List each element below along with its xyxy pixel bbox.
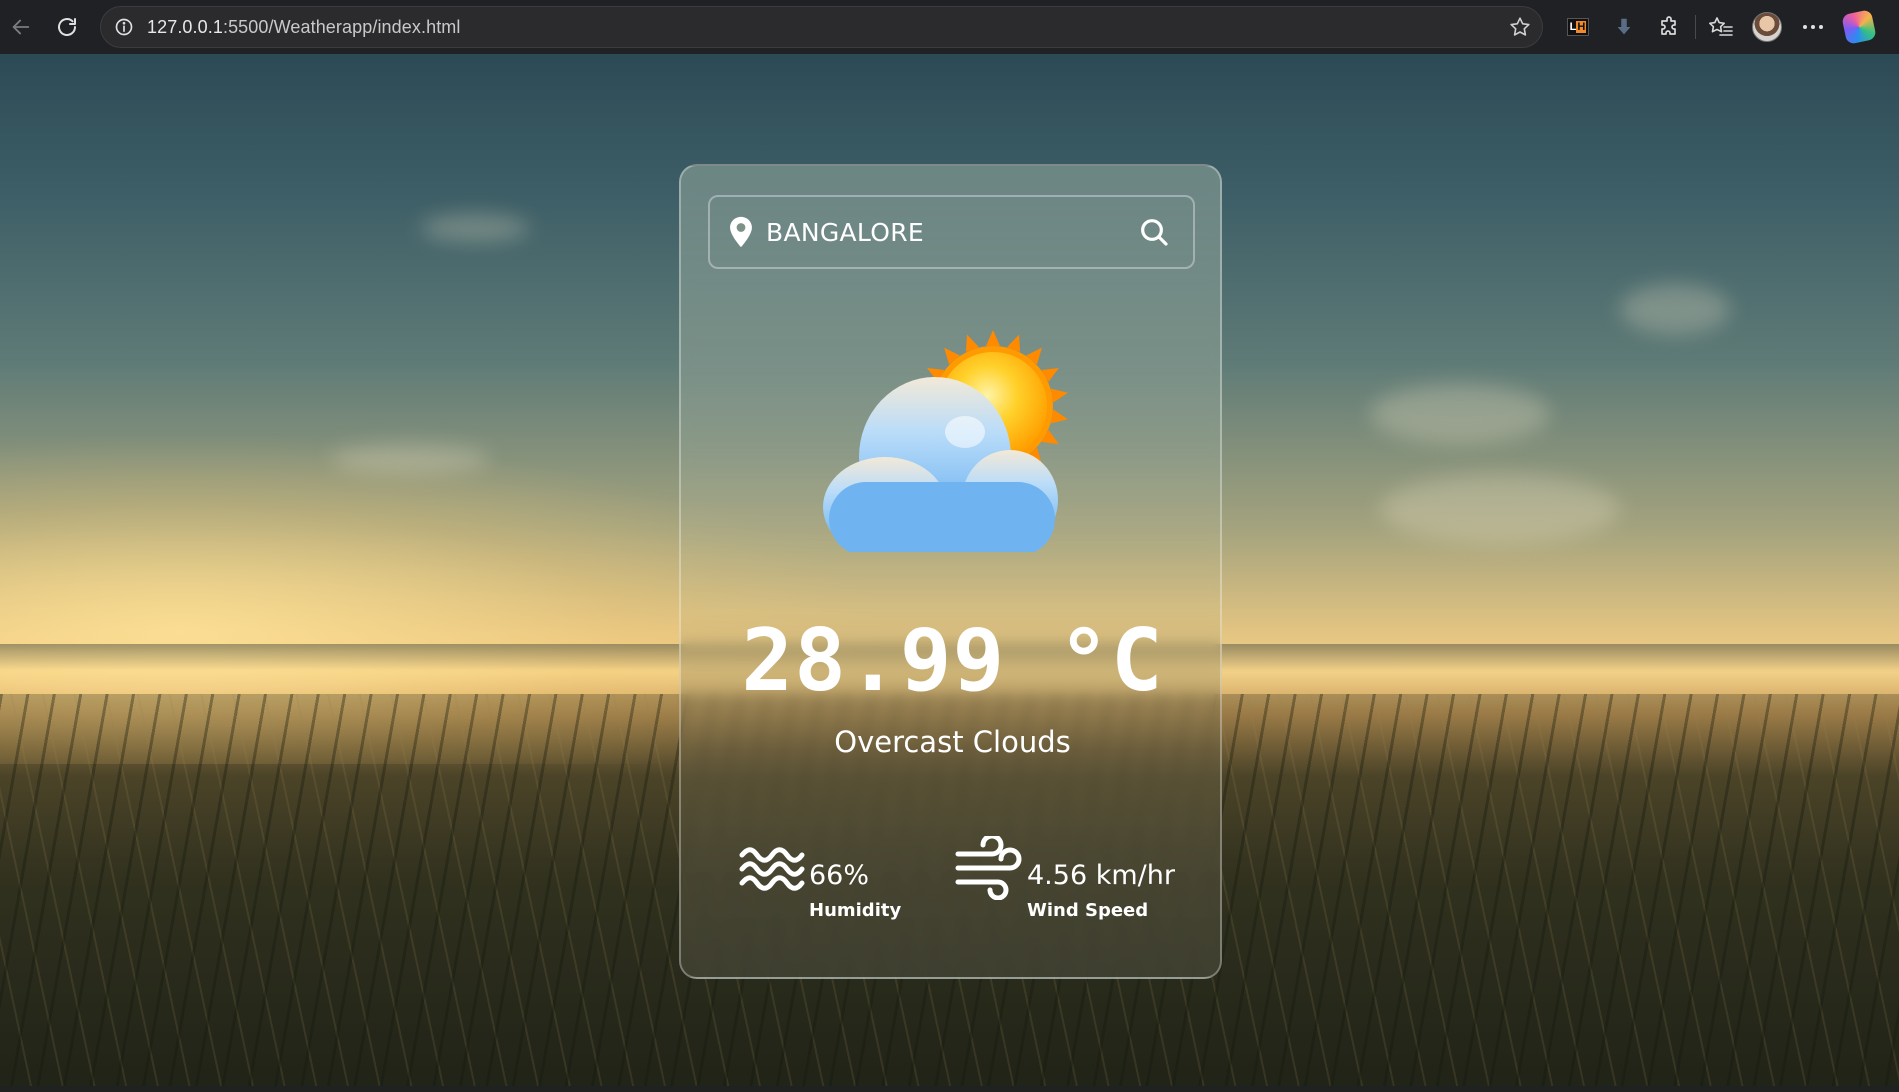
more-dots-icon xyxy=(1803,25,1823,29)
background-cloud xyxy=(420,214,530,242)
extensions-button[interactable] xyxy=(1647,6,1693,48)
toolbar-icons: LH xyxy=(1555,6,1882,48)
favorite-star-icon[interactable] xyxy=(1508,15,1532,39)
url-path: :5500/Weatherapp/index.html xyxy=(222,16,461,37)
background-cloud xyxy=(1370,384,1550,444)
url-text[interactable]: 127.0.0.1:5500/Weatherapp/index.html xyxy=(147,17,461,38)
window-bottom-edge xyxy=(0,1086,1899,1092)
city-search-input[interactable] xyxy=(766,217,1131,247)
reload-button[interactable] xyxy=(46,6,88,48)
waves-icon xyxy=(739,847,805,891)
search-button[interactable] xyxy=(1131,209,1177,255)
profile-button[interactable] xyxy=(1744,6,1790,48)
reload-icon xyxy=(58,18,76,36)
puzzle-icon xyxy=(1661,16,1676,35)
more-menu-button[interactable] xyxy=(1790,6,1836,48)
url-host: 127.0.0.1 xyxy=(147,16,223,37)
location-pin-icon xyxy=(730,216,752,248)
avatar xyxy=(1752,12,1782,42)
background-cloud xyxy=(1380,474,1620,544)
background-cloud xyxy=(330,444,490,474)
search-box xyxy=(708,195,1195,269)
humidity-value: 66% xyxy=(809,860,870,891)
address-bar[interactable]: 127.0.0.1:5500/Weatherapp/index.html xyxy=(100,6,1543,48)
copilot-icon xyxy=(1841,9,1877,45)
weather-card: 28.99 °C Overcast Clouds 66% Humidity 4.… xyxy=(679,164,1222,979)
humidity-label: Humidity xyxy=(809,900,902,921)
temperature-value: 28.99 °C xyxy=(741,611,1164,711)
weather-details: 66% Humidity 4.56 km/hr Wind Speed xyxy=(681,834,1224,934)
site-info-icon[interactable] xyxy=(113,16,135,38)
weather-description: Overcast Clouds xyxy=(834,725,1071,759)
background-cloud xyxy=(1620,284,1730,334)
wind-icon xyxy=(955,836,1022,900)
arrow-left-icon xyxy=(12,19,30,35)
wind-speed-value: 4.56 km/hr xyxy=(1027,860,1175,891)
search-icon xyxy=(1141,219,1168,246)
download-arrow-icon xyxy=(1617,18,1631,35)
badge-left: L xyxy=(1569,21,1577,33)
lighthouse-icon: LH xyxy=(1567,18,1589,36)
back-button[interactable] xyxy=(0,6,42,48)
badge-right: H xyxy=(1576,21,1587,33)
lighthouse-extension-button[interactable]: LH xyxy=(1555,6,1601,48)
copilot-button[interactable] xyxy=(1836,6,1882,48)
favorites-list-icon xyxy=(1709,17,1733,36)
favorites-button[interactable] xyxy=(1698,6,1744,48)
downloads-button[interactable] xyxy=(1601,6,1647,48)
toolbar-separator xyxy=(1695,15,1696,39)
wind-speed-label: Wind Speed xyxy=(1027,900,1149,921)
cloud-sun-icon xyxy=(823,330,1068,552)
browser-toolbar: 127.0.0.1:5500/Weatherapp/index.html LH xyxy=(0,0,1899,54)
